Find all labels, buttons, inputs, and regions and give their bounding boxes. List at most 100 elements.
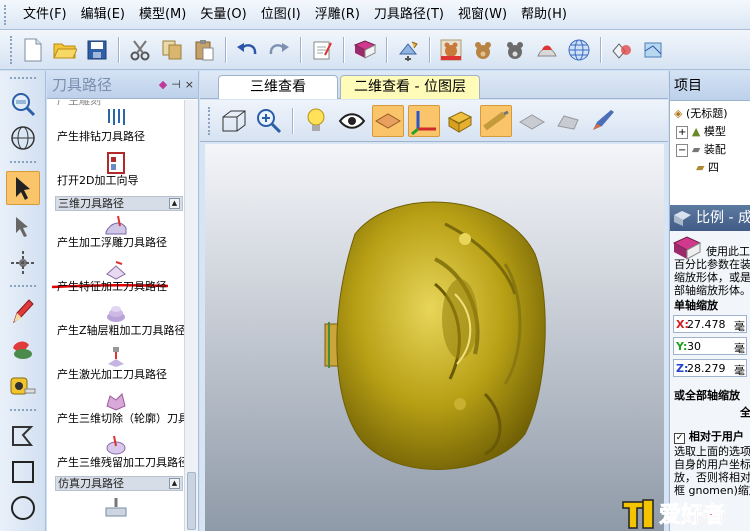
list-item[interactable]: 产生三维切除（轮廓）刀具: [47, 390, 185, 430]
panel-dropdown-icon[interactable]: ◆: [159, 78, 167, 91]
vector-shapes-icon[interactable]: [608, 36, 636, 64]
relief-shade-icon[interactable]: [516, 105, 548, 137]
menu-window[interactable]: 视窗(W): [451, 0, 514, 30]
select-arrow-icon[interactable]: [6, 171, 40, 205]
toolpath-scrollbar[interactable]: [184, 100, 198, 531]
list-item[interactable]: 产生Z轴层粗加工刀具路径: [47, 302, 185, 342]
tree-item-model[interactable]: + ▲ 模型: [676, 123, 726, 139]
relief-shape-icon[interactable]: [552, 105, 584, 137]
strip-grip[interactable]: [10, 285, 36, 288]
section-header-simulation[interactable]: 仿真刀具路径 ▲: [55, 476, 183, 491]
menu-toolpath[interactable]: 刀具路径(T): [367, 0, 451, 30]
list-item[interactable]: 产生排钻刀具路径: [47, 108, 185, 148]
book-icon[interactable]: [351, 36, 379, 64]
paste-icon[interactable]: [190, 36, 218, 64]
toolbar-separator: [600, 36, 601, 63]
3d-transform-icon[interactable]: [394, 36, 422, 64]
strip-grip[interactable]: [10, 77, 36, 80]
menu-model[interactable]: 模型(M): [132, 0, 193, 30]
paint-brush-icon[interactable]: [588, 105, 620, 137]
tool-item-label: 产生Z轴层粗加工刀具路径: [57, 324, 185, 337]
tree-item-assembly[interactable]: − ▰ 装配: [676, 141, 726, 157]
3d-viewport[interactable]: [205, 144, 664, 531]
toolbar-grip[interactable]: [10, 35, 13, 64]
vector-shape-icon[interactable]: [6, 419, 40, 453]
paint-bucket-icon[interactable]: [6, 331, 40, 365]
teddy-bear-icon[interactable]: [469, 36, 497, 64]
relief-render-icon[interactable]: [533, 36, 561, 64]
plane-view-icon[interactable]: [372, 104, 404, 137]
assembly-icon: ▰: [691, 143, 701, 156]
copy-icon[interactable]: [158, 36, 186, 64]
relative-checkbox-row[interactable]: ✓ 相对于用户: [674, 430, 744, 444]
collapse-up-icon[interactable]: ▲: [169, 478, 180, 489]
transform-icon[interactable]: [6, 246, 40, 280]
y-scale-field[interactable]: Y: 30 毫: [673, 337, 747, 355]
relative-checkbox-label: 相对于用户: [688, 430, 744, 443]
relief-bear-icon[interactable]: [437, 36, 465, 64]
tab-2d-view[interactable]: 二维查看 - 位图层: [340, 75, 480, 99]
expand-plus-icon[interactable]: +: [676, 126, 689, 139]
toolpath-panel: 刀具路径 ◆ ⊣ × 产生雕刻 产生排钻刀具路径 打开2D加工向导 三维刀具路径…: [47, 71, 199, 531]
list-item[interactable]: 产生加工浮雕刀具路径: [47, 214, 185, 254]
sphere-mesh-icon[interactable]: [565, 36, 593, 64]
zoom-view-icon[interactable]: [6, 87, 40, 121]
redo-icon[interactable]: [265, 36, 293, 64]
pen-draw-icon[interactable]: [6, 295, 40, 329]
menu-edit[interactable]: 编辑(E): [74, 0, 132, 30]
toolbar-grip[interactable]: [208, 106, 211, 135]
list-item[interactable]: 产生雕刻: [47, 100, 185, 108]
checkbox-checked-icon[interactable]: ✓: [674, 433, 685, 444]
tree-item-child[interactable]: ▰ 四: [696, 159, 719, 175]
strip-grip[interactable]: [10, 161, 36, 164]
tool-shank-icon[interactable]: [480, 104, 512, 137]
3d-cutout-icon: [106, 393, 126, 411]
eye-view-icon[interactable]: [336, 105, 368, 137]
axis-gnomon-icon[interactable]: [408, 104, 440, 137]
strip-grip[interactable]: [10, 409, 36, 412]
scrollbar-thumb[interactable]: [187, 472, 196, 530]
rectangle-icon[interactable]: [6, 455, 40, 489]
single-axis-label: 单轴缩放: [674, 299, 718, 312]
menu-vector[interactable]: 矢量(O): [193, 0, 253, 30]
texture-icon[interactable]: [640, 36, 668, 64]
list-item[interactable]: 打开2D加工向导: [47, 152, 185, 192]
save-icon[interactable]: [83, 36, 111, 64]
tab-3d-view[interactable]: 三维查看: [218, 75, 338, 99]
menu-relief[interactable]: 浮雕(R): [308, 0, 367, 30]
z-scale-field[interactable]: Z: 28.279 毫: [673, 359, 747, 377]
panel-pin-icon[interactable]: ⊣: [171, 78, 181, 91]
menu-grip[interactable]: [4, 4, 8, 25]
block-material-icon[interactable]: [444, 105, 476, 137]
cut-icon[interactable]: [126, 36, 154, 64]
globe-icon[interactable]: [6, 121, 40, 155]
menu-file[interactable]: 文件(F): [16, 0, 74, 30]
menu-help[interactable]: 帮助(H): [514, 0, 574, 30]
menu-bitmap[interactable]: 位图(I): [254, 0, 308, 30]
collapse-minus-icon[interactable]: −: [676, 144, 689, 157]
list-item[interactable]: 产生三维残留加工刀具路径: [47, 434, 185, 474]
list-item[interactable]: 产生特征加工刀具路径: [47, 258, 185, 298]
wireframe-box-icon[interactable]: [217, 105, 249, 137]
node-edit-icon[interactable]: [6, 211, 40, 245]
tree-item-root[interactable]: ◈ (无标题): [674, 105, 728, 121]
list-item[interactable]: 产生激光加工刀具路径: [47, 346, 185, 386]
zoom-box-icon[interactable]: [253, 105, 285, 137]
undo-icon[interactable]: [233, 36, 261, 64]
light-bulb-icon[interactable]: [300, 105, 332, 137]
new-file-icon[interactable]: [19, 36, 47, 64]
open-folder-icon[interactable]: [51, 36, 79, 64]
panel-close-icon[interactable]: ×: [185, 78, 194, 91]
section-header-3d[interactable]: 三维刀具路径 ▲: [55, 196, 183, 211]
x-scale-field[interactable]: X: 27.478 毫: [673, 315, 747, 333]
project-panel-title: 项目: [670, 71, 750, 101]
note-line: 放，否则将相对: [674, 471, 750, 484]
teddy-mono-icon[interactable]: [501, 36, 529, 64]
measure-tape-icon[interactable]: [6, 369, 40, 403]
list-item[interactable]: [47, 496, 185, 531]
collapse-up-icon[interactable]: ▲: [169, 198, 180, 209]
x-scale-value: 27.478: [687, 318, 726, 331]
circle-icon[interactable]: [6, 491, 40, 525]
buddha-head-relief: [324, 201, 546, 470]
notes-icon[interactable]: [308, 36, 336, 64]
